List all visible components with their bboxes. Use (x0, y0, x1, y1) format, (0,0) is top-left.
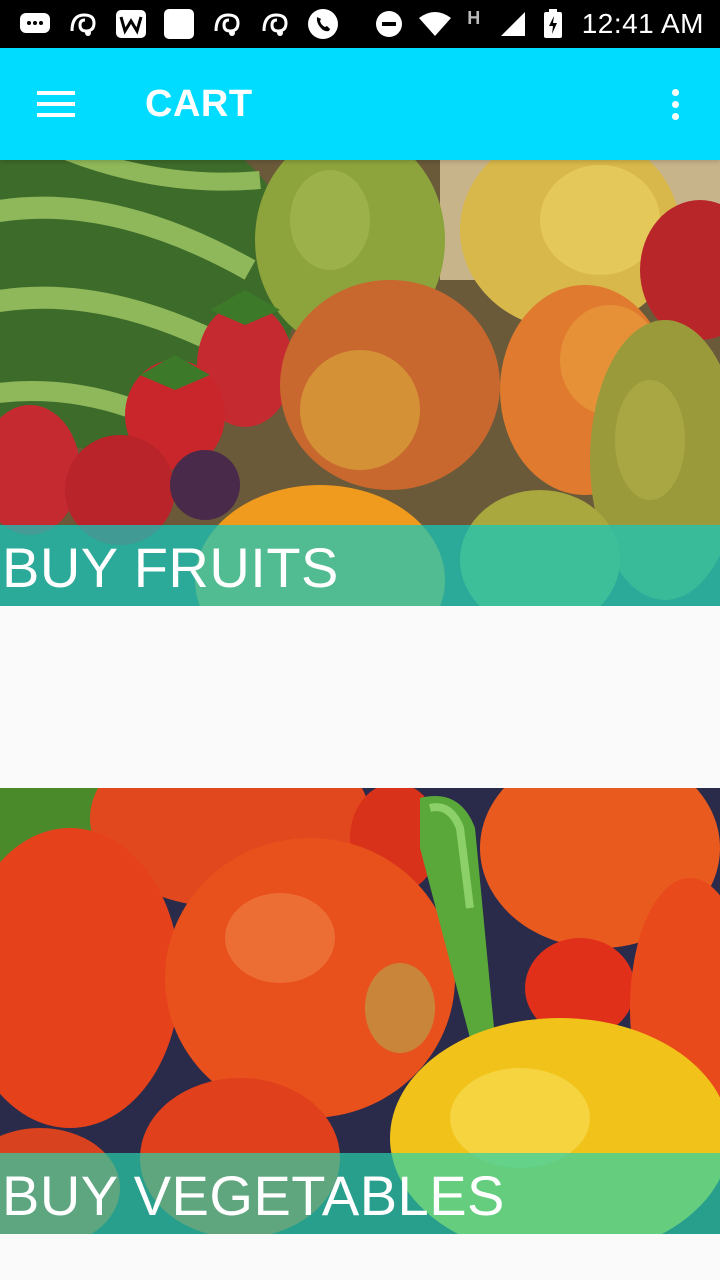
navigation-menu-button[interactable] (0, 48, 112, 160)
phone-call-icon (306, 8, 340, 40)
buy-vegetables-label: BUY VEGETABLES (2, 1163, 505, 1227)
uc-browser-icon (66, 8, 100, 40)
battery-charging-icon (542, 8, 564, 40)
do-not-disturb-icon (372, 8, 406, 40)
notification-icons (18, 8, 340, 40)
buy-fruits-card[interactable]: BUY FRUITS (0, 160, 720, 606)
buy-fruits-banner: BUY FRUITS (0, 525, 720, 606)
messages-icon (18, 8, 52, 40)
cell-signal-icon (496, 8, 530, 40)
word-icon (114, 8, 148, 40)
wifi-icon (418, 8, 452, 40)
page-title: CART (145, 82, 253, 125)
hamburger-icon (37, 91, 75, 117)
status-bar: H 12:41 AM (0, 0, 720, 48)
clock: 12:41 AM (581, 8, 704, 39)
app-square-icon (162, 8, 196, 40)
uc-browser-icon (210, 8, 244, 40)
network-type-icon: H (464, 8, 484, 40)
buy-vegetables-card[interactable]: BUY VEGETABLES (0, 788, 720, 1234)
system-icons: H 12:41 AM (372, 8, 704, 40)
uc-browser-icon (258, 8, 292, 40)
overflow-menu-button[interactable] (630, 48, 720, 160)
network-type-label: H (467, 8, 481, 28)
buy-vegetables-banner: BUY VEGETABLES (0, 1153, 720, 1234)
app-bar: CART (0, 48, 720, 160)
more-vert-icon (671, 88, 679, 120)
buy-fruits-label: BUY FRUITS (2, 535, 339, 599)
